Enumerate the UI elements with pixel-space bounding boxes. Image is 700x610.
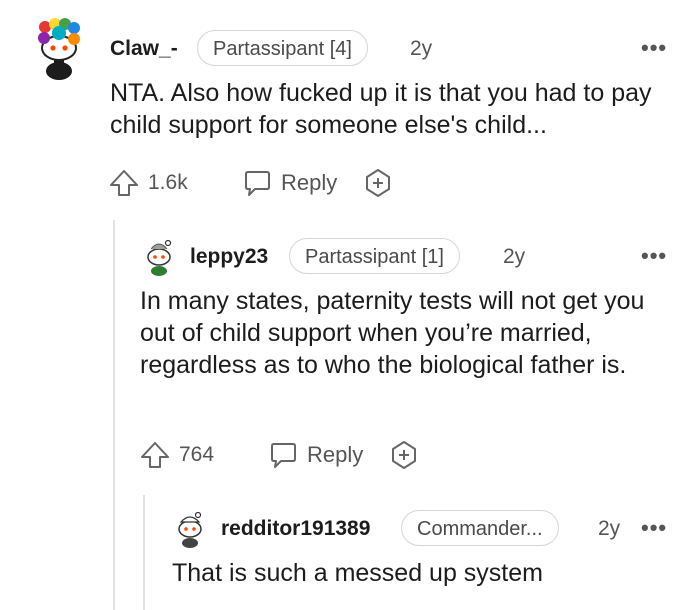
upvote-button[interactable]: 1.6k: [109, 168, 188, 198]
comment-username[interactable]: leppy23: [190, 245, 268, 269]
vote-count: 764: [179, 443, 215, 466]
comment-age: 2y: [410, 37, 433, 60]
vote-count: 1.6k: [148, 171, 188, 194]
reply-button[interactable]: Reply: [268, 440, 363, 470]
award-button[interactable]: [362, 167, 394, 199]
user-flair-badge: Partassipant [4]: [197, 30, 368, 66]
reply-label: Reply: [281, 170, 338, 195]
user-flair-badge: Partassipant [1]: [289, 238, 460, 274]
upvote-button[interactable]: 764: [140, 440, 214, 470]
user-flair-badge: Commander...: [401, 510, 559, 546]
user-avatar[interactable]: [175, 510, 205, 548]
comment-age: 2y: [598, 517, 621, 540]
reply-bubble-icon: [245, 171, 270, 196]
thread-line-level-2[interactable]: [113, 220, 115, 610]
more-options-icon[interactable]: •••: [641, 245, 667, 267]
reply-button[interactable]: Reply: [242, 168, 337, 198]
reply-label: Reply: [307, 442, 364, 467]
comment-username[interactable]: redditor191389: [221, 517, 370, 541]
user-avatar[interactable]: [36, 18, 82, 80]
award-plus-icon: [366, 169, 390, 197]
comment-age: 2y: [503, 245, 526, 268]
more-options-icon[interactable]: •••: [641, 517, 667, 539]
upvote-arrow-icon: [141, 442, 169, 468]
thread-line-level-3[interactable]: [143, 495, 145, 610]
comment-body: NTA. Also how fucked up it is that you h…: [110, 79, 652, 139]
reply-bubble-icon: [271, 443, 296, 468]
user-avatar[interactable]: [144, 238, 174, 276]
comment-body: In many states, paternity tests will not…: [140, 287, 645, 379]
award-plus-icon: [392, 441, 416, 469]
upvote-arrow-icon: [110, 170, 138, 196]
more-options-icon[interactable]: •••: [641, 37, 667, 59]
snoo-avatar-icon: [178, 511, 202, 548]
snoo-avatar-icon: [147, 239, 172, 276]
snoo-rainbow-avatar-icon: [38, 18, 80, 80]
award-button[interactable]: [388, 439, 420, 471]
comment-username[interactable]: Claw_-: [110, 37, 178, 61]
comment-body: That is such a messed up system: [172, 559, 543, 587]
